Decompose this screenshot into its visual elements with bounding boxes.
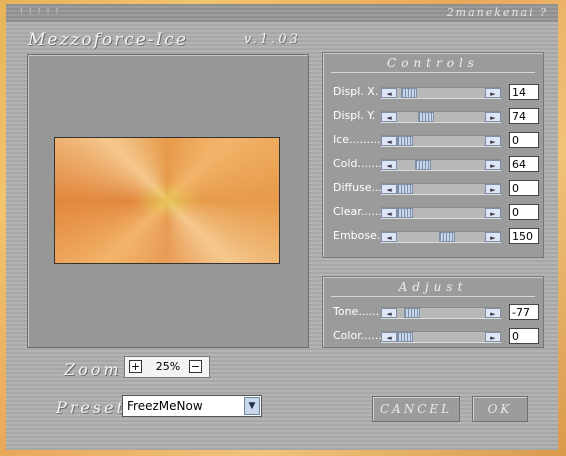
- slider-label: Embose.: [333, 229, 381, 242]
- right-arrow-icon[interactable]: ►: [485, 332, 501, 342]
- value-input[interactable]: 0: [509, 132, 539, 148]
- right-arrow-icon[interactable]: ►: [485, 308, 501, 318]
- value-input[interactable]: -77: [509, 304, 539, 320]
- value-input[interactable]: 150: [509, 228, 539, 244]
- left-arrow-icon[interactable]: ◄: [381, 112, 397, 122]
- slider-row: Displ. Y. ◄ ► 74: [323, 108, 543, 124]
- right-arrow-icon[interactable]: ►: [485, 112, 501, 122]
- help-link[interactable]: 2manekenai ?: [447, 6, 548, 19]
- slider-row: Color...... ◄ ► 0: [323, 328, 543, 344]
- right-arrow-icon[interactable]: ►: [485, 160, 501, 170]
- value-input[interactable]: 0: [509, 328, 539, 344]
- preset-label: Preset: [56, 398, 126, 417]
- slider-label: Color......: [333, 329, 382, 342]
- slider-label: Diffuse....: [333, 181, 386, 194]
- slider-label: Ice.........: [333, 133, 381, 146]
- slider-row: Clear...... ◄ ► 0: [323, 204, 543, 220]
- slider-label: Clear......: [333, 205, 382, 218]
- zoom-out-button[interactable]: −: [189, 360, 202, 373]
- value-input[interactable]: 64: [509, 156, 539, 172]
- left-arrow-icon[interactable]: ◄: [381, 88, 397, 98]
- title-bar[interactable]: ⁝⁝⁝⁝⁝ 2manekenai ?: [6, 4, 558, 22]
- right-arrow-icon[interactable]: ►: [485, 184, 501, 194]
- slider-track[interactable]: ◄ ►: [381, 135, 501, 147]
- zoom-in-button[interactable]: +: [129, 360, 142, 373]
- chevron-down-icon[interactable]: ▼: [244, 397, 260, 415]
- slider-thumb[interactable]: [397, 208, 413, 218]
- plugin-window: ⁝⁝⁝⁝⁝ 2manekenai ? Mezzoforce-Ice v.1.03…: [6, 4, 558, 450]
- cancel-button[interactable]: CANCEL: [372, 396, 460, 422]
- slider-thumb[interactable]: [397, 332, 413, 342]
- slider-label: Displ. X.: [333, 85, 379, 98]
- adjust-panel: Adjust Tone...... ◄ ► -77 Color...... ◄ ► 0: [322, 276, 544, 348]
- zoom-control: + 25% −: [124, 356, 210, 378]
- preset-value: FreezMeNow: [127, 399, 203, 413]
- slider-track[interactable]: ◄ ►: [381, 231, 501, 243]
- app-version: v.1.03: [244, 32, 301, 47]
- slider-thumb[interactable]: [397, 136, 413, 146]
- slider-track[interactable]: ◄ ►: [381, 307, 501, 319]
- slider-thumb[interactable]: [439, 232, 455, 242]
- left-arrow-icon[interactable]: ◄: [381, 136, 397, 146]
- left-arrow-icon[interactable]: ◄: [381, 308, 397, 318]
- slider-row: Diffuse.... ◄ ► 0: [323, 180, 543, 196]
- slider-row: Tone...... ◄ ► -77: [323, 304, 543, 320]
- adjust-title: Adjust: [398, 280, 468, 294]
- ok-button[interactable]: OK: [472, 396, 528, 422]
- controls-title: Controls: [387, 56, 479, 70]
- slider-track[interactable]: ◄ ►: [381, 87, 501, 99]
- left-arrow-icon[interactable]: ◄: [381, 208, 397, 218]
- value-input[interactable]: 14: [509, 84, 539, 100]
- preview-image[interactable]: [54, 137, 280, 264]
- value-input[interactable]: 0: [509, 180, 539, 196]
- right-arrow-icon[interactable]: ►: [485, 208, 501, 218]
- slider-thumb[interactable]: [401, 88, 417, 98]
- controls-panel: Controls Displ. X. ◄ ► 14 Displ. Y. ◄ ► 74 Ice..…: [322, 52, 544, 258]
- slider-row: Displ. X. ◄ ► 14: [323, 84, 543, 100]
- drag-grip-icon[interactable]: ⁝⁝⁝⁝⁝: [20, 7, 64, 17]
- slider-thumb[interactable]: [404, 308, 420, 318]
- app-title: Mezzoforce-Ice: [28, 30, 188, 50]
- right-arrow-icon[interactable]: ►: [485, 88, 501, 98]
- divider: [331, 72, 535, 73]
- slider-track[interactable]: ◄ ►: [381, 183, 501, 195]
- slider-label: Tone......: [333, 305, 380, 318]
- value-input[interactable]: 0: [509, 204, 539, 220]
- divider: [331, 296, 535, 297]
- slider-row: Embose. ◄ ► 150: [323, 228, 543, 244]
- slider-track[interactable]: ◄ ►: [381, 159, 501, 171]
- slider-thumb[interactable]: [415, 160, 431, 170]
- slider-track[interactable]: ◄ ►: [381, 331, 501, 343]
- slider-track[interactable]: ◄ ►: [381, 111, 501, 123]
- left-arrow-icon[interactable]: ◄: [381, 232, 397, 242]
- slider-label: Cold.......: [333, 157, 382, 170]
- right-arrow-icon[interactable]: ►: [485, 232, 501, 242]
- left-arrow-icon[interactable]: ◄: [381, 160, 397, 170]
- preview-pane[interactable]: [27, 54, 309, 348]
- slider-label: Displ. Y.: [333, 109, 376, 122]
- slider-track[interactable]: ◄ ►: [381, 207, 501, 219]
- left-arrow-icon[interactable]: ◄: [381, 332, 397, 342]
- slider-row: Ice......... ◄ ► 0: [323, 132, 543, 148]
- value-input[interactable]: 74: [509, 108, 539, 124]
- preset-dropdown[interactable]: FreezMeNow ▼: [122, 395, 262, 417]
- zoom-label: Zoom: [64, 360, 122, 379]
- zoom-value: 25%: [155, 360, 181, 373]
- left-arrow-icon[interactable]: ◄: [381, 184, 397, 194]
- slider-row: Cold....... ◄ ► 64: [323, 156, 543, 172]
- slider-thumb[interactable]: [397, 184, 413, 194]
- right-arrow-icon[interactable]: ►: [485, 136, 501, 146]
- slider-thumb[interactable]: [418, 112, 434, 122]
